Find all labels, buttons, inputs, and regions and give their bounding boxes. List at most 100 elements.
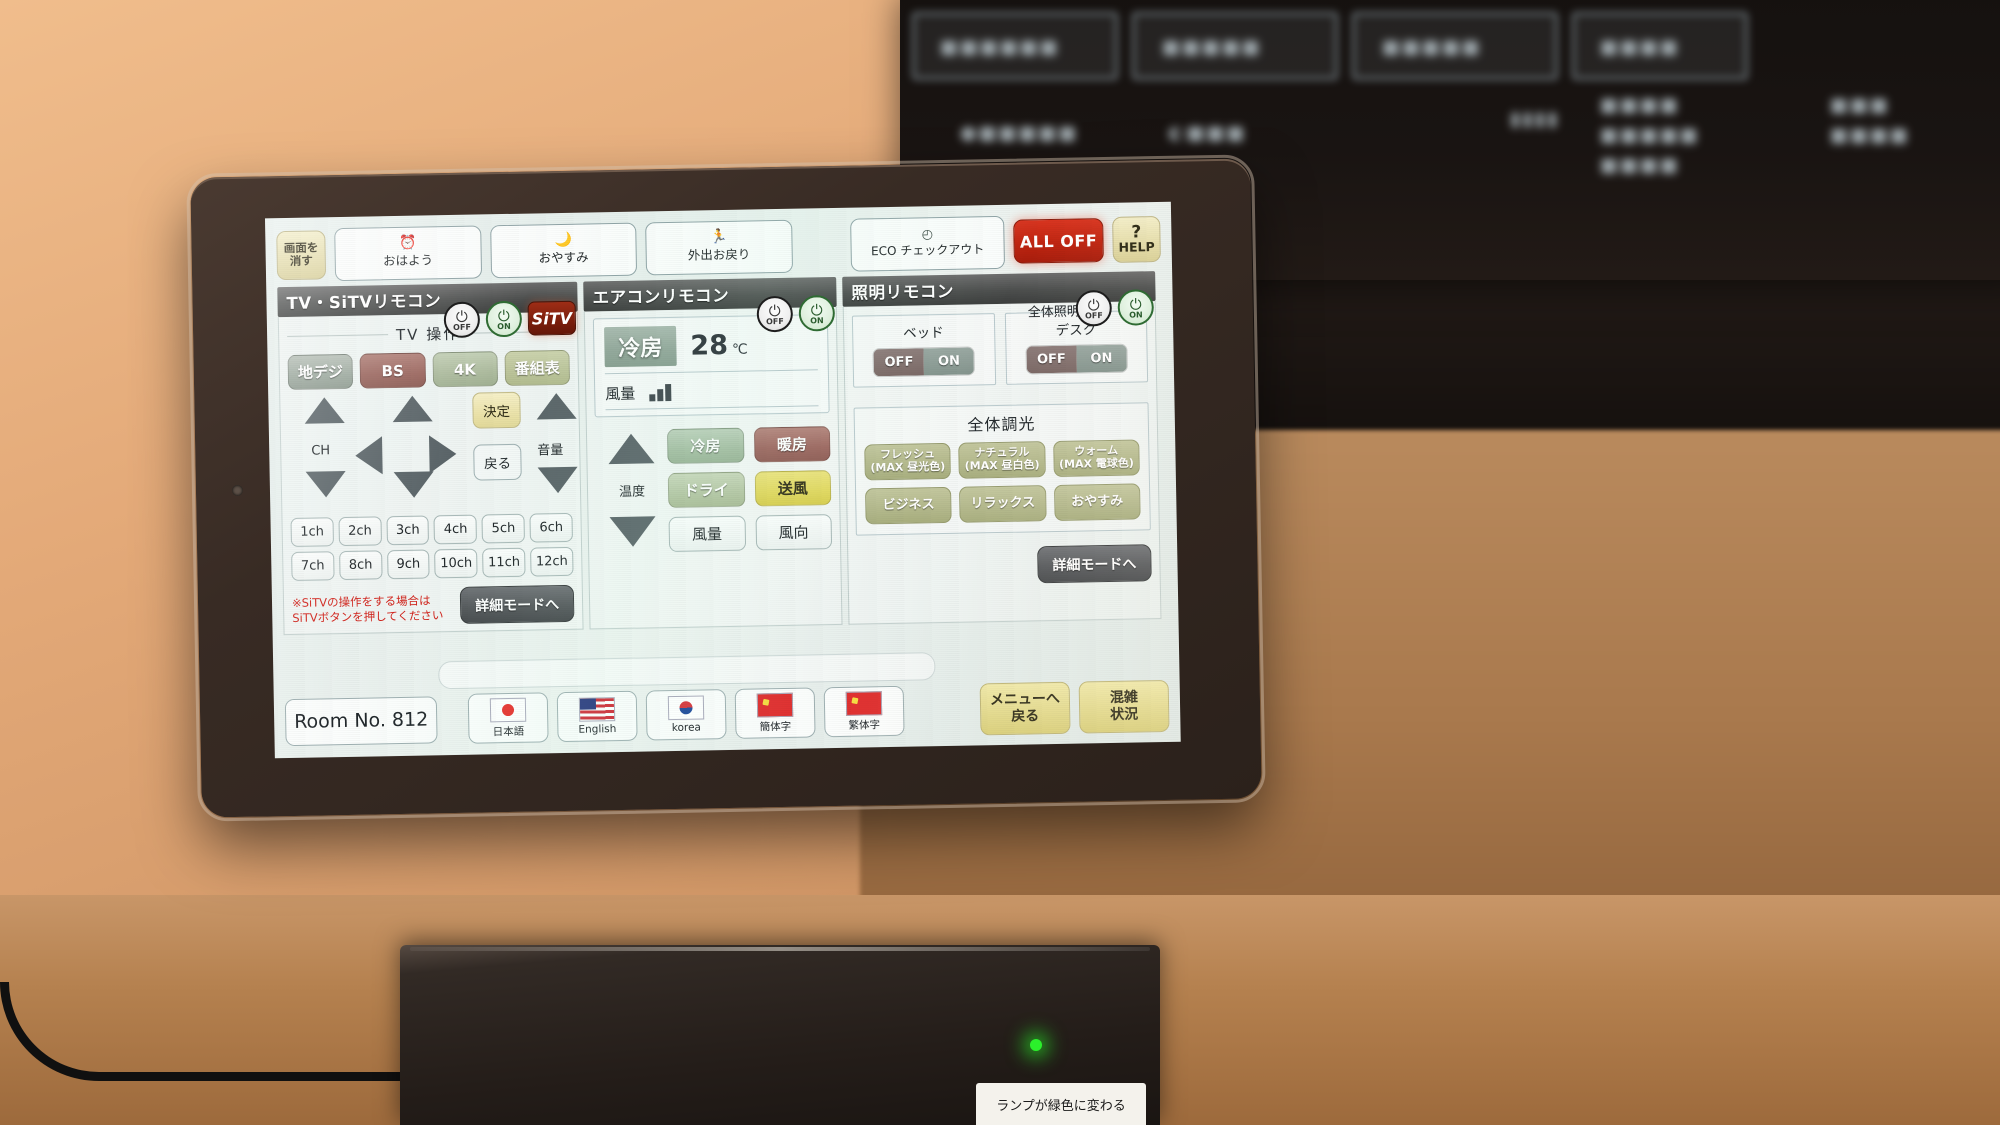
bed-on-segment[interactable]: ON xyxy=(923,347,975,376)
channel-button-3[interactable]: 3ch xyxy=(386,515,430,546)
aircon-mode-heat-button[interactable]: 暖房 xyxy=(753,426,831,463)
tv-panel-footer: ※SiTVの操作をする場合は SiTVボタンを押してください 詳細モードへ xyxy=(292,584,575,627)
channel-button-11[interactable]: 11ch xyxy=(482,547,526,578)
channel-button-9[interactable]: 9ch xyxy=(386,549,431,580)
aircon-fan-speed-button[interactable]: 風量 xyxy=(668,515,746,553)
aircon-mode-dry-button[interactable]: ドライ xyxy=(667,471,745,509)
aircon-power-off-label: OFF xyxy=(766,316,784,327)
temperature-label: 温度 xyxy=(618,484,646,500)
tv-program-guide-button[interactable]: 番組表 xyxy=(504,349,571,387)
bed-off-segment[interactable]: OFF xyxy=(873,348,925,377)
preset-natural-button[interactable]: ナチュラル (MAX 昼白色) xyxy=(958,441,1046,479)
scene-button-away-return[interactable]: 🏃 外出お戻り xyxy=(645,219,793,275)
language-button-japanese[interactable]: 日本語 xyxy=(467,692,549,744)
channel-down-button[interactable] xyxy=(305,470,347,498)
scene-button-goodnight[interactable]: 🌙 おやすみ xyxy=(489,222,638,278)
tv-power-row: ⏻ OFF ⏻ ON SiTV xyxy=(443,300,577,339)
language-label-simplified: 簡体字 xyxy=(759,720,792,733)
tv-power-on-button[interactable]: ⏻ ON xyxy=(485,300,523,338)
help-label: HELP xyxy=(1118,239,1155,256)
tv-source-4k-button[interactable]: 4K xyxy=(431,351,498,388)
scene-label-goodnight: おやすみ xyxy=(538,249,589,266)
channel-button-5[interactable]: 5ch xyxy=(481,513,526,544)
preset-goodnight-button[interactable]: おやすみ xyxy=(1053,483,1141,521)
flag-usa-icon xyxy=(578,697,616,722)
preset-business-button[interactable]: ビジネス xyxy=(865,486,953,525)
fan-level-icon xyxy=(649,383,672,402)
lighting-zone-desk-toggle[interactable]: OFF ON xyxy=(1025,343,1128,375)
language-button-simplified-chinese[interactable]: 簡体字 xyxy=(734,687,816,739)
preset-fresh-button[interactable]: フレッシュ (MAX 昼光色) xyxy=(864,442,952,481)
volume-down-button[interactable] xyxy=(537,466,579,494)
channel-button-4[interactable]: 4ch xyxy=(433,514,478,545)
sitv-button[interactable]: SiTV xyxy=(527,300,577,336)
all-lighting-label: 全体照明 xyxy=(1027,304,1080,321)
desk-off-segment[interactable]: OFF xyxy=(1026,345,1077,374)
lighting-zone-bed-toggle[interactable]: OFF ON xyxy=(872,346,976,378)
preset-relax-button[interactable]: リラックス xyxy=(959,485,1047,523)
desk-on-segment[interactable]: ON xyxy=(1076,344,1127,373)
temperature-up-button[interactable] xyxy=(607,433,655,465)
lighting-remote-panel: 照明リモコン 全体照明 ⏻ OFF ⏻ ON ベッド OFF ON デスク OF… xyxy=(842,271,1162,627)
ok-button[interactable]: 決定 xyxy=(472,391,521,429)
tv-detail-mode-button[interactable]: 詳細モードへ xyxy=(459,584,575,624)
tablet-dock: ランプが緑色に変わる xyxy=(400,945,1160,1125)
language-label-korean: korea xyxy=(671,721,702,735)
aircon-mode-cool-button[interactable]: 冷房 xyxy=(666,427,745,465)
dpad-up-button[interactable] xyxy=(392,395,433,423)
back-button[interactable]: 戻る xyxy=(473,443,522,481)
aircon-mode-blow-button[interactable]: 送風 xyxy=(754,470,832,507)
sitv-note: ※SiTVの操作をする場合は SiTVボタンを押してください xyxy=(292,593,444,627)
aircon-power-on-button[interactable]: ⏻ ON xyxy=(798,294,836,332)
screen-off-button[interactable]: 画面を 消す xyxy=(276,229,327,280)
aircon-power-on-label: ON xyxy=(810,316,824,326)
channel-button-2[interactable]: 2ch xyxy=(338,516,382,547)
aircon-panel-body: 冷房 28 ℃ 風量 温度 冷房 暖房 ドライ 送風 風量 風向 xyxy=(583,306,843,630)
tv-source-bs-button[interactable]: BS xyxy=(359,352,426,389)
language-label-english: English xyxy=(578,723,617,736)
lighting-power-on-label: ON xyxy=(1129,310,1143,320)
alarm-clock-icon: ⏰ xyxy=(398,234,417,251)
lighting-power-off-button[interactable]: ⏻ OFF xyxy=(1075,289,1113,327)
channel-button-10[interactable]: 10ch xyxy=(434,548,478,579)
channel-button-8[interactable]: 8ch xyxy=(338,550,383,581)
channel-button-1[interactable]: 1ch xyxy=(290,517,334,547)
aircon-temp-value: 28 xyxy=(690,329,729,362)
back-to-menu-button[interactable]: メニューへ 戻る xyxy=(979,681,1071,736)
language-button-traditional-chinese[interactable]: 繁体字 xyxy=(823,685,905,738)
dpad-right-button[interactable] xyxy=(428,434,457,474)
tv-power-off-button[interactable]: ⏻ OFF xyxy=(443,301,481,339)
eco-checkout-button[interactable]: ◴ ECO チェックアウト xyxy=(850,215,1006,272)
aircon-fan-direction-button[interactable]: 風向 xyxy=(755,514,833,551)
lighting-detail-mode-button[interactable]: 詳細モードへ xyxy=(1037,544,1152,584)
lighting-power-on-button[interactable]: ⏻ ON xyxy=(1117,289,1155,326)
help-button[interactable]: ? HELP xyxy=(1112,215,1161,263)
aircon-fan-label: 風量 xyxy=(605,384,636,404)
temperature-down-button[interactable] xyxy=(609,516,657,548)
aircon-mode-buttons: 冷房 暖房 ドライ 送風 風量 風向 xyxy=(666,426,833,553)
volume-label: 音量 xyxy=(537,442,564,459)
dock-instruction-label: ランプが緑色に変わる xyxy=(976,1083,1146,1125)
language-button-korean[interactable]: korea xyxy=(645,689,727,741)
volume-up-button[interactable] xyxy=(536,392,577,420)
dpad-left-button[interactable] xyxy=(354,436,383,475)
preset-warm-button[interactable]: ウォーム (MAX 電球色) xyxy=(1052,439,1140,477)
scene-button-morning[interactable]: ⏰ おはよう xyxy=(334,224,482,281)
tv-source-chideji-button[interactable]: 地デジ xyxy=(287,353,354,391)
dpad-down-button[interactable] xyxy=(393,471,435,499)
channel-button-12[interactable]: 12ch xyxy=(530,546,574,577)
aircon-power-off-button[interactable]: ⏻ OFF xyxy=(756,295,794,333)
lighting-power-row: ⏻ OFF ⏻ ON xyxy=(1075,289,1155,327)
channel-button-6[interactable]: 6ch xyxy=(529,512,573,543)
crowd-status-button[interactable]: 混雑 状況 xyxy=(1078,679,1170,734)
aircon-temp-unit: ℃ xyxy=(731,341,748,358)
crowd-status-line1: 混雑 xyxy=(1109,688,1139,706)
scene-label-morning: おはよう xyxy=(382,252,434,269)
channel-button-7[interactable]: 7ch xyxy=(291,551,335,581)
dimming-presets-box: 全体調光 フレッシュ (MAX 昼光色) ナチュラル (MAX 昼白色) ウォー… xyxy=(853,402,1151,536)
all-off-button[interactable]: ALL OFF xyxy=(1013,218,1104,264)
language-button-english[interactable]: English xyxy=(556,690,638,743)
channel-up-button[interactable] xyxy=(304,396,345,424)
aircon-temperature-readout: 28 ℃ xyxy=(690,329,748,361)
flag-japan-icon xyxy=(489,697,527,722)
